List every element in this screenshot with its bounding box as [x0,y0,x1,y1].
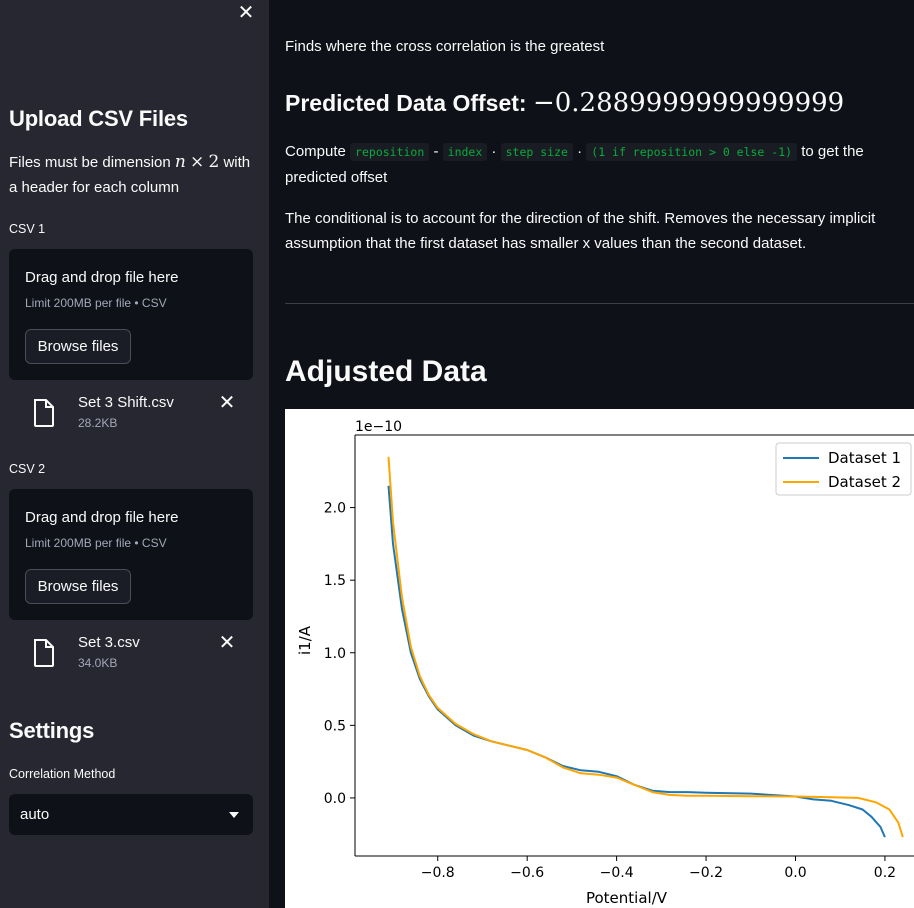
op-dot-2: · [572,143,587,160]
desc-prefix: Files must be dimension [9,154,175,171]
code-step-size: step size [500,143,573,161]
correlation-method-value: auto [20,806,50,823]
file-icon [34,399,54,427]
chevron-down-icon [229,812,239,818]
chart-svg: −0.8 −0.6 −0.4 −0.2 0.0 0.2 0.0 0.5 1.0 1.5 2.0 1e−… [296,419,914,907]
csv1-file-size: 28.2KB [78,416,118,430]
close-sidebar-icon[interactable]: ✕ [236,3,256,23]
x-tick-label: −0.2 [689,865,723,881]
sidebar: ✕ Upload CSV Files Files must be dimensi… [0,0,269,908]
predicted-offset-heading: Predicted Data Offset: −0.28899999999999… [285,88,844,118]
dropzone-title: Drag and drop file here [25,269,179,286]
upload-description: Files must be dimension n × 2 with a hea… [9,150,259,200]
y-tick-label: 1.5 [324,573,346,589]
csv1-dropzone[interactable]: Drag and drop file here Limit 200MB per … [9,249,253,380]
intro-text: Finds where the cross correlation is the… [285,38,605,55]
series-line-2 [387,456,904,838]
x-tick-label: −0.8 [421,865,455,881]
x-tick-label: −0.6 [510,865,544,881]
file-icon [34,639,54,667]
divider [285,303,914,304]
adjusted-data-chart: −0.8 −0.6 −0.4 −0.2 0.0 0.2 0.0 0.5 1.0 1.5 2.0 1e−… [285,409,914,908]
compute-text: Compute reposition - index · step size ·… [285,139,895,190]
csv2-dropzone[interactable]: Drag and drop file here Limit 200MB per … [9,489,253,620]
legend-label-1: Dataset 1 [828,449,901,467]
math-two: 2 [208,152,220,172]
csv2-uploaded-file: Set 3.csv 34.0KB ✕ [9,633,253,677]
conditional-note: The conditional is to account for the di… [285,210,876,252]
legend-label-2: Dataset 2 [828,473,901,491]
y-scale-label: 1e−10 [355,419,402,435]
y-tick-label: 1.0 [324,646,346,662]
offset-label: Predicted Data Offset: [285,90,533,116]
code-reposition: reposition [350,143,430,161]
offset-value: −0.2889999999999999 [532,88,845,118]
math-times: × [190,152,205,172]
op-dot-1: · [487,143,501,160]
csv1-remove-icon[interactable]: ✕ [217,393,237,413]
csv1-uploaded-file: Set 3 Shift.csv 28.2KB ✕ [9,393,253,437]
adjusted-data-heading: Adjusted Data [285,355,487,388]
csv1-label: CSV 1 [9,222,46,236]
y-axis-label: i1/A [296,625,314,655]
code-index: index [442,143,488,161]
csv1-file-name: Set 3 Shift.csv [78,394,174,411]
csv2-browse-button[interactable]: Browse files [25,569,131,604]
correlation-method-label: Correlation Method [9,767,116,781]
x-tick-label: 0.0 [784,865,806,881]
csv2-remove-icon[interactable]: ✕ [217,633,237,653]
x-tick-label: 0.2 [874,865,896,881]
settings-heading: Settings [9,718,95,743]
dropzone-title: Drag and drop file here [25,509,179,526]
code-conditional: (1 if reposition > 0 else -1) [586,143,798,161]
y-tick-label: 2.0 [324,501,346,517]
dropzone-limit: Limit 200MB per file • CSV [25,536,167,550]
csv2-file-name: Set 3.csv [78,634,140,651]
op-minus: - [429,143,443,160]
x-tick-label: −0.4 [600,865,634,881]
math-n: n [174,152,186,172]
compute-prefix: Compute [285,143,351,160]
x-axis-label: Potential/V [586,889,668,907]
csv2-label: CSV 2 [9,462,46,476]
csv1-browse-button[interactable]: Browse files [25,329,131,364]
correlation-method-select[interactable]: auto [9,794,253,835]
y-tick-label: 0.0 [324,791,346,807]
csv2-file-size: 34.0KB [78,656,118,670]
upload-heading: Upload CSV Files [9,106,188,131]
series-line-1 [387,485,886,838]
dropzone-limit: Limit 200MB per file • CSV [25,296,167,310]
y-tick-label: 0.5 [324,718,346,734]
